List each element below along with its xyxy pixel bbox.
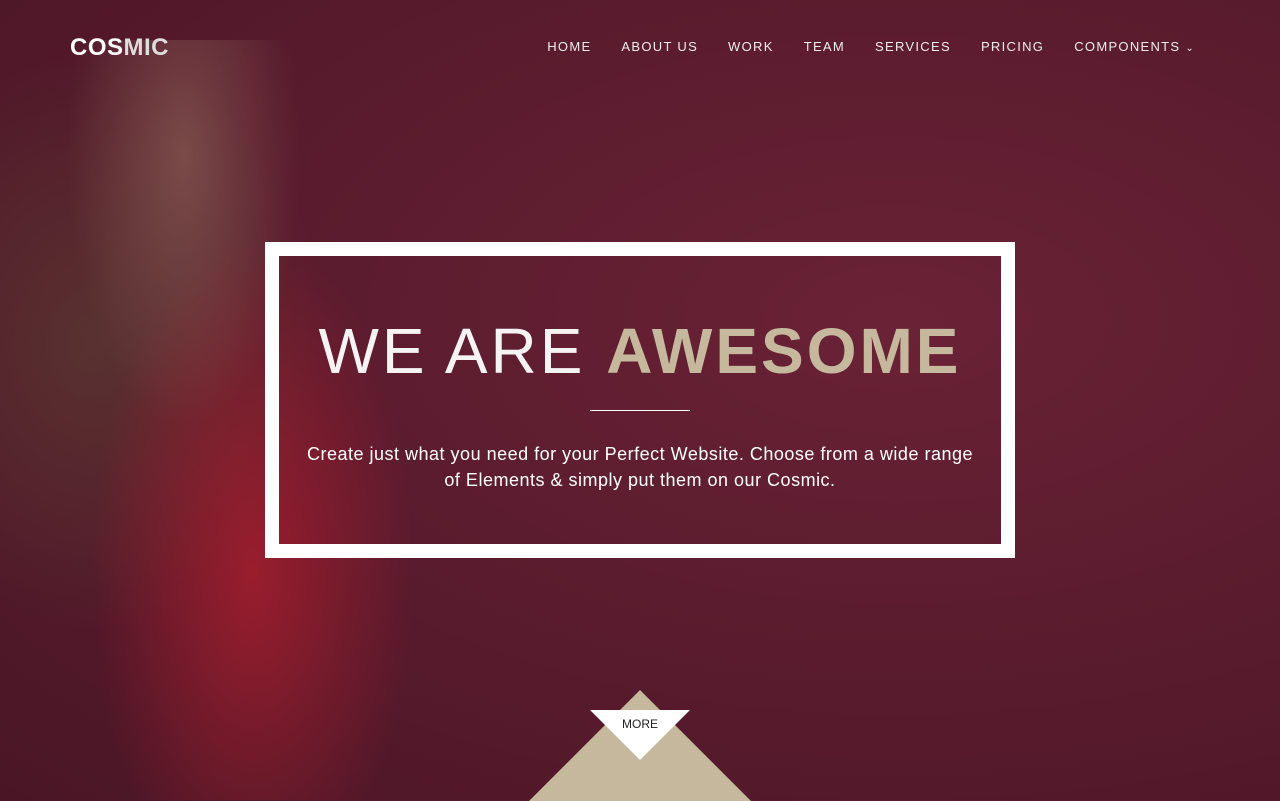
nav-home[interactable]: HOME — [547, 39, 591, 54]
logo[interactable]: COSMIC — [70, 34, 169, 62]
chevron-down-icon: ⌄ — [1185, 43, 1195, 54]
nav-components[interactable]: COMPONENTS ⌄ — [1074, 39, 1195, 54]
nav-pricing[interactable]: PRICING — [981, 39, 1044, 54]
nav-work[interactable]: WORK — [728, 39, 774, 54]
divider — [590, 410, 690, 411]
nav-team[interactable]: TEAM — [804, 39, 845, 54]
nav-components-label: COMPONENTS — [1074, 39, 1181, 54]
hero-frame: WE ARE AWESOME Create just what you need… — [265, 242, 1015, 558]
hero-title: WE ARE AWESOME — [318, 315, 962, 387]
nav-about-us[interactable]: ABOUT US — [621, 39, 698, 54]
nav-services[interactable]: SERVICES — [875, 39, 951, 54]
hero-text: Create just what you need for your Perfe… — [307, 444, 973, 490]
main-nav: HOME ABOUT US WORK TEAM SERVICES PRICING… — [547, 39, 1195, 54]
